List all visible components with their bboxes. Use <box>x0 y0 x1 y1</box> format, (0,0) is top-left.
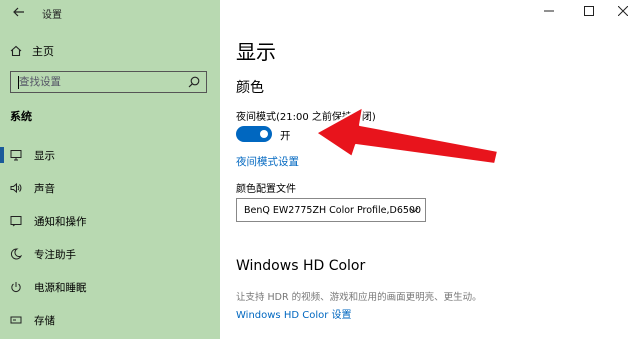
section-heading: 系统 <box>10 110 32 123</box>
sidebar-item-display[interactable]: 显示 <box>0 143 220 167</box>
power-icon <box>10 281 30 293</box>
notification-icon <box>10 215 30 227</box>
sidebar-item-home[interactable]: 主页 <box>10 42 54 60</box>
sidebar-item-focus-assist[interactable]: 专注助手 <box>0 242 220 266</box>
chevron-down-icon <box>409 207 419 213</box>
night-light-toggle[interactable] <box>236 126 272 142</box>
active-indicator <box>0 147 4 163</box>
color-heading: 颜色 <box>236 80 264 96</box>
color-profile-label: 颜色配置文件 <box>236 184 296 195</box>
maximize-button[interactable] <box>572 0 606 22</box>
sidebar-item-label: 声音 <box>34 182 55 195</box>
hd-color-description: 让支持 HDR 的视频、游戏和应用的画面更明亮、更生动。 <box>236 292 482 303</box>
storage-icon <box>10 314 30 326</box>
dropdown-value: BenQ EW2775ZH Color Profile,D6500 <box>244 204 421 216</box>
back-button[interactable] <box>8 2 30 22</box>
sidebar-item-label: 通知和操作 <box>34 215 87 228</box>
night-light-label: 夜间模式(21:00 之前保持关闭) <box>236 112 376 123</box>
text-caret <box>18 76 19 89</box>
close-button[interactable] <box>606 0 640 22</box>
home-label: 主页 <box>32 45 54 58</box>
toggle-knob <box>260 130 268 138</box>
close-icon <box>618 6 628 16</box>
sidebar-item-label: 显示 <box>34 149 55 162</box>
minimize-button[interactable] <box>532 0 566 22</box>
color-profile-dropdown[interactable]: BenQ EW2775ZH Color Profile,D6500 <box>236 198 426 222</box>
sidebar-item-label: 存储 <box>34 314 55 327</box>
monitor-icon <box>10 149 30 161</box>
speaker-icon <box>10 182 30 194</box>
app-title: 设置 <box>42 10 62 21</box>
sidebar-item-label: 专注助手 <box>34 248 76 261</box>
page-title: 显示 <box>236 40 276 64</box>
search-input[interactable] <box>11 75 186 89</box>
sidebar-item-sound[interactable]: 声音 <box>0 176 220 200</box>
sidebar-item-notifications[interactable]: 通知和操作 <box>0 209 220 233</box>
maximize-icon <box>584 6 594 16</box>
toggle-state-label: 开 <box>280 130 291 142</box>
back-arrow-icon <box>13 7 24 17</box>
minimize-icon <box>544 10 554 12</box>
home-icon <box>10 45 22 57</box>
hd-color-heading: Windows HD Color <box>236 258 366 274</box>
search-box[interactable] <box>10 71 207 93</box>
sidebar-item-power-sleep[interactable]: 电源和睡眠 <box>0 275 220 299</box>
sidebar-item-label: 电源和睡眠 <box>34 281 87 294</box>
night-light-settings-link[interactable]: 夜间模式设置 <box>236 154 299 169</box>
main-content: 显示 颜色 夜间模式(21:00 之前保持关闭) 开 夜间模式设置 颜色配置文件… <box>220 0 640 339</box>
moon-icon <box>10 248 30 260</box>
hd-color-settings-link[interactable]: Windows HD Color 设置 <box>236 306 352 321</box>
sidebar: 设置 主页 系统 显示 声音 通知和操作 专注助手 电源和睡眠 存储 <box>0 0 220 339</box>
sidebar-item-storage[interactable]: 存储 <box>0 308 220 332</box>
search-icon[interactable] <box>188 76 200 88</box>
